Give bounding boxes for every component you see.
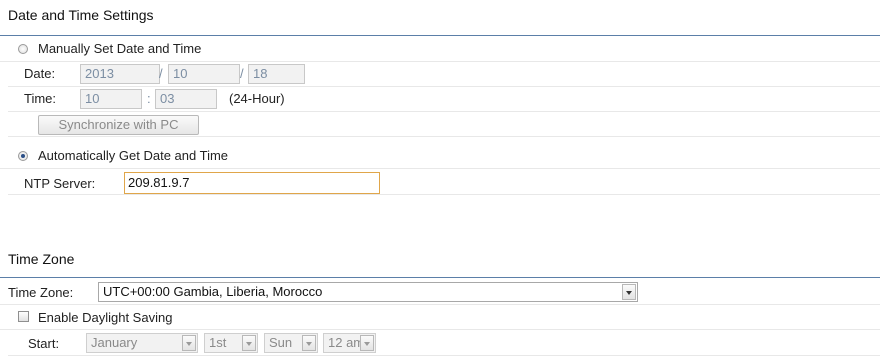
ntp-server-label: NTP Server: <box>24 176 96 191</box>
date-row: Date: 2013 / 10 / 18 <box>8 62 880 87</box>
time-label: Time: <box>24 91 57 106</box>
manual-mode-row: Manually Set Date and Time <box>0 37 880 62</box>
auto-mode-radio[interactable] <box>18 151 28 161</box>
ntp-row: NTP Server: 209.81.9.7 <box>8 170 880 195</box>
time-zone-row: Time Zone: UTC+00:00 Gambia, Liberia, Mo… <box>0 280 880 305</box>
dst-start-month-value: January <box>91 335 138 350</box>
manual-mode-label: Manually Set Date and Time <box>38 41 202 56</box>
time-zone-selected-value: UTC+00:00 Gambia, Liberia, Morocco <box>103 284 323 299</box>
auto-mode-row: Automatically Get Date and Time <box>0 144 880 169</box>
time-row: Time: 10 : 03 (24-Hour) <box>8 87 880 112</box>
time-format-label: (24-Hour) <box>229 91 285 106</box>
minute-input[interactable]: 03 <box>155 89 217 109</box>
ntp-server-input[interactable]: 209.81.9.7 <box>124 172 380 194</box>
daylight-saving-row: Enable Daylight Saving <box>0 305 880 330</box>
chevron-down-icon[interactable] <box>302 335 316 351</box>
dst-start-month-select[interactable]: January <box>86 333 198 353</box>
date-separator: / <box>159 66 163 81</box>
manual-mode-radio[interactable] <box>18 44 28 54</box>
chevron-down-icon[interactable] <box>182 335 196 351</box>
chevron-down-icon[interactable] <box>360 335 374 351</box>
dst-start-hour-select[interactable]: 12 am <box>323 333 376 353</box>
time-separator: : <box>147 91 151 106</box>
time-zone-section-title: Time Zone <box>8 251 75 267</box>
chevron-down-icon[interactable] <box>622 284 636 300</box>
dst-start-label: Start: <box>28 336 60 351</box>
year-input[interactable]: 2013 <box>80 64 160 84</box>
daylight-saving-label: Enable Daylight Saving <box>38 310 173 325</box>
dst-start-day-value: Sun <box>269 335 293 350</box>
section-divider <box>0 277 880 278</box>
dst-start-day-select[interactable]: Sun <box>264 333 318 353</box>
dst-start-week-value: 1st <box>209 335 227 350</box>
date-time-section-title: Date and Time Settings <box>8 7 154 23</box>
time-zone-label: Time Zone: <box>8 285 74 300</box>
time-zone-select[interactable]: UTC+00:00 Gambia, Liberia, Morocco <box>98 282 638 302</box>
section-divider <box>0 35 880 36</box>
daylight-saving-checkbox[interactable] <box>18 311 29 322</box>
chevron-down-icon[interactable] <box>242 335 256 351</box>
day-input[interactable]: 18 <box>248 64 305 84</box>
sync-row: Synchronize with PC <box>8 112 880 137</box>
auto-mode-label: Automatically Get Date and Time <box>38 148 229 163</box>
month-input[interactable]: 10 <box>168 64 240 84</box>
dst-start-hour-value: 12 am <box>328 335 365 350</box>
date-label: Date: <box>24 66 56 81</box>
dst-start-row: Start: January 1st Sun 12 am <box>8 331 880 356</box>
synchronize-with-pc-button[interactable]: Synchronize with PC <box>38 115 199 135</box>
dst-start-week-select[interactable]: 1st <box>204 333 258 353</box>
date-separator: / <box>240 66 244 81</box>
hour-input[interactable]: 10 <box>80 89 142 109</box>
